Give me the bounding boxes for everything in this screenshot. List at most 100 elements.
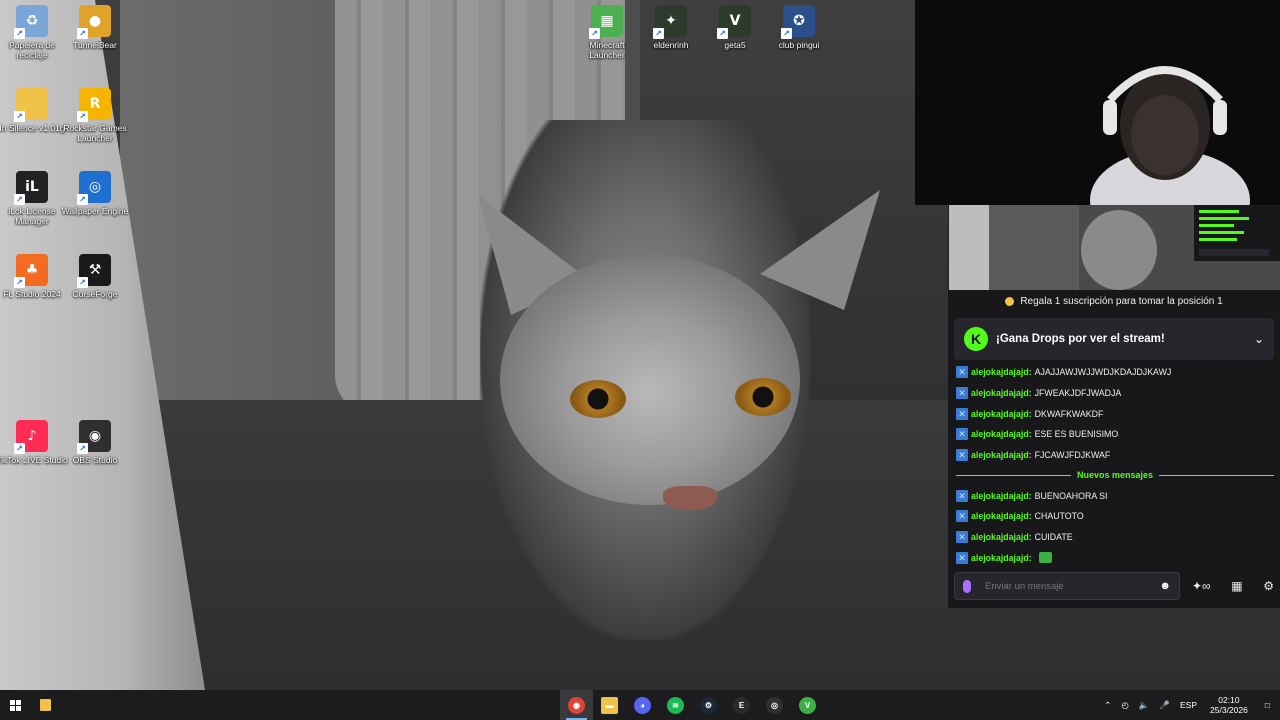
chrome-icon: ◉ [568, 696, 585, 714]
chat-username[interactable]: alejokajdajajd: [971, 511, 1032, 521]
folder-icon [39, 699, 51, 711]
file-explorer-pinned[interactable] [30, 690, 60, 720]
desktop-shortcut-label: Minecraft Launcher [589, 40, 625, 60]
desktop-shortcut[interactable]: ● ↗ TunnelBear [59, 5, 131, 50]
clock-time: 02:10 [1218, 695, 1240, 705]
kick-logo-icon: K [964, 327, 988, 351]
notifications-icon[interactable]: □ [1265, 700, 1270, 710]
chat-username[interactable]: alejokajdajajd: [971, 450, 1032, 460]
language-indicator[interactable]: ESP [1180, 700, 1197, 710]
chat-message-text: AJAJJAWJWJJWDJKDAJDJKAWJ [1034, 367, 1172, 378]
chat-message-text: JFWEAKJDFJWADJA [1034, 388, 1122, 399]
user-badge-icon: ✕ [956, 510, 968, 523]
clock[interactable]: 02:10 25/3/2026 [1210, 695, 1248, 715]
chat-message-text: CHAUTOTO [1034, 511, 1084, 522]
gift-subscription-banner[interactable]: Regala 1 suscripción para tomar la posic… [948, 290, 1280, 312]
shortcut-arrow-icon: ↗ [14, 111, 25, 122]
desktop-shortcut-label: TunnelBear [73, 40, 117, 50]
windows-logo-icon [9, 699, 21, 711]
user-badge-icon: ✕ [956, 489, 968, 502]
chat-input-box[interactable]: ☻ [954, 572, 1180, 600]
taskbar: ◉ ▬ ◕ ≋ ⚙ E ◎ V ⌃ ◴ 🔈 🎤 ESP 02:10 25/3/2026 □ [0, 690, 1280, 720]
shortcut-arrow-icon: ↗ [717, 28, 728, 39]
taskbar-apps: ◉ ▬ ◕ ≋ ⚙ E ◎ V [560, 690, 824, 720]
settings-gear-icon[interactable]: ⚙ [1263, 579, 1274, 593]
chevron-down-icon[interactable]: ⌄ [1254, 332, 1264, 346]
user-badge-icon: ✕ [956, 449, 968, 462]
elden-ring-icon: ✦ ↗ [653, 5, 687, 39]
desktop-shortcut[interactable]: ▦ ↗ Minecraft Launcher [571, 5, 643, 60]
stream-preview [948, 205, 1280, 290]
steam-icon: ⚙ [700, 696, 717, 714]
chat-username[interactable]: alejokajdajajd: [971, 409, 1032, 419]
chat-message: ✕ alejokajdajajd: CUIDATE [956, 527, 1274, 548]
taskbar-app-button[interactable]: ◕ [626, 690, 659, 720]
chat-panel: Regala 1 suscripción para tomar la posic… [948, 290, 1280, 608]
drops-banner-text: ¡Gana Drops por ver el stream! [996, 333, 1165, 345]
emoji-icon[interactable]: ☻ [1159, 580, 1171, 592]
desktop-shortcut[interactable]: ⚒ ↗ CurseForge [59, 254, 131, 299]
gta5-icon: V ↗ [717, 5, 751, 39]
desktop-shortcut-label: Papelera de reciclaje [9, 40, 55, 60]
desktop-shortcut-label: Rockstar Games Launcher [63, 123, 127, 143]
points-icon[interactable]: ✦∞ [1192, 579, 1211, 593]
taskbar-app-button[interactable]: ⚙ [692, 690, 725, 720]
shortcut-arrow-icon: ↗ [77, 28, 88, 39]
chevron-up-icon[interactable]: ⌃ [1104, 700, 1111, 711]
gift-banner-text: Regala 1 suscripción para tomar la posic… [1020, 295, 1223, 307]
user-badge-icon: ✕ [956, 428, 968, 441]
chat-message-text: CUIDATE [1034, 532, 1073, 543]
microphone-icon[interactable] [963, 579, 971, 593]
curseforge-icon: ⚒ ↗ [77, 254, 111, 288]
ilok-icon: iL ↗ [14, 171, 48, 205]
taskbar-app-button[interactable]: ▬ [593, 690, 626, 720]
chat-message: ✕ alejokajdajajd: JFWEAKJDFJWADJA [956, 383, 1274, 404]
user-badge-icon: ✕ [956, 531, 968, 544]
chat-username[interactable]: alejokajdajajd: [971, 388, 1032, 398]
taskbar-app-button[interactable]: ◉ [560, 690, 593, 720]
store-icon[interactable]: ▦ [1231, 579, 1242, 593]
desktop-shortcut[interactable]: V ↗ geta5 [699, 5, 771, 50]
chat-username[interactable]: alejokajdajajd: [971, 429, 1032, 439]
desktop-shortcut[interactable]: ◎ ↗ Wallpaper Engine [59, 171, 131, 216]
chat-username[interactable]: alejokajdajajd: [971, 532, 1032, 542]
desktop-shortcut[interactable]: R ↗ Rockstar Games Launcher [59, 88, 131, 143]
taskbar-app-button[interactable]: E [725, 690, 758, 720]
chat-username[interactable]: alejokajdajajd: [971, 553, 1032, 563]
start-button[interactable] [0, 690, 30, 720]
chat-message: ✕ alejokajdajajd: DKWAFKWAKDF [956, 403, 1274, 424]
chat-message: ✕ alejokajdajajd: [956, 548, 1274, 569]
chat-username[interactable]: alejokajdajajd: [971, 491, 1032, 501]
desktop-shortcut[interactable]: ✦ ↗ eldenrinh [635, 5, 707, 50]
shortcut-arrow-icon: ↗ [77, 277, 88, 288]
volume-icon[interactable]: 🔈 [1139, 700, 1150, 711]
chat-username[interactable]: alejokajdajajd: [971, 367, 1032, 377]
user-badge-icon: ✕ [956, 407, 968, 420]
desktop-shortcut[interactable]: ✪ ↗ club pingui [763, 5, 835, 50]
shortcut-arrow-icon: ↗ [77, 443, 88, 454]
shortcut-arrow-icon: ↗ [14, 28, 25, 39]
mic-icon[interactable]: 🎤 [1159, 700, 1170, 711]
chat-message-text: DKWAFKWAKDF [1034, 408, 1104, 419]
desktop-shortcut-label: CurseForge [72, 289, 118, 299]
desktop-shortcut[interactable]: ↗ In Silence v1.01g [0, 88, 68, 133]
desktop-shortcut-label: Wallpaper Engine [61, 206, 129, 216]
taskbar-app-button[interactable]: V [791, 690, 824, 720]
taskbar-app-button[interactable]: ◎ [758, 690, 791, 720]
epic-games-icon: E [733, 696, 750, 714]
taskbar-app-button[interactable]: ≋ [659, 690, 692, 720]
desktop-shortcut[interactable]: iL ↗ iLok License Manager [0, 171, 68, 226]
chat-message: ✕ alejokajdajajd: AJAJJAWJWJJWDJKDAJDJKAWJ [956, 362, 1274, 383]
shortcut-arrow-icon: ↗ [589, 28, 600, 39]
chat-message-input[interactable] [985, 580, 1160, 592]
desktop-shortcut[interactable]: ♪ ↗ TikTok LIVE Studio [0, 420, 68, 465]
new-messages-divider: Nuevos mensajes [956, 465, 1275, 485]
desktop-shortcut[interactable]: ◉ ↗ OBS Studio [59, 420, 131, 465]
drops-banner[interactable]: K ¡Gana Drops por ver el stream! ⌄ [954, 318, 1274, 360]
wifi-icon[interactable]: ◴ [1121, 700, 1128, 711]
desktop-shortcut-label: iLok License Manager [8, 206, 56, 226]
desktop-shortcut[interactable]: ♣ ↗ FL Studio 2024 [0, 254, 68, 299]
chat-messages: ✕ alejokajdajajd: AJAJJAWJWJJWDJKDAJDJKAWJ… [956, 362, 1275, 569]
desktop-shortcut[interactable]: ♻ ↗ Papelera de reciclaje [0, 5, 68, 60]
shortcut-arrow-icon: ↗ [781, 28, 792, 39]
